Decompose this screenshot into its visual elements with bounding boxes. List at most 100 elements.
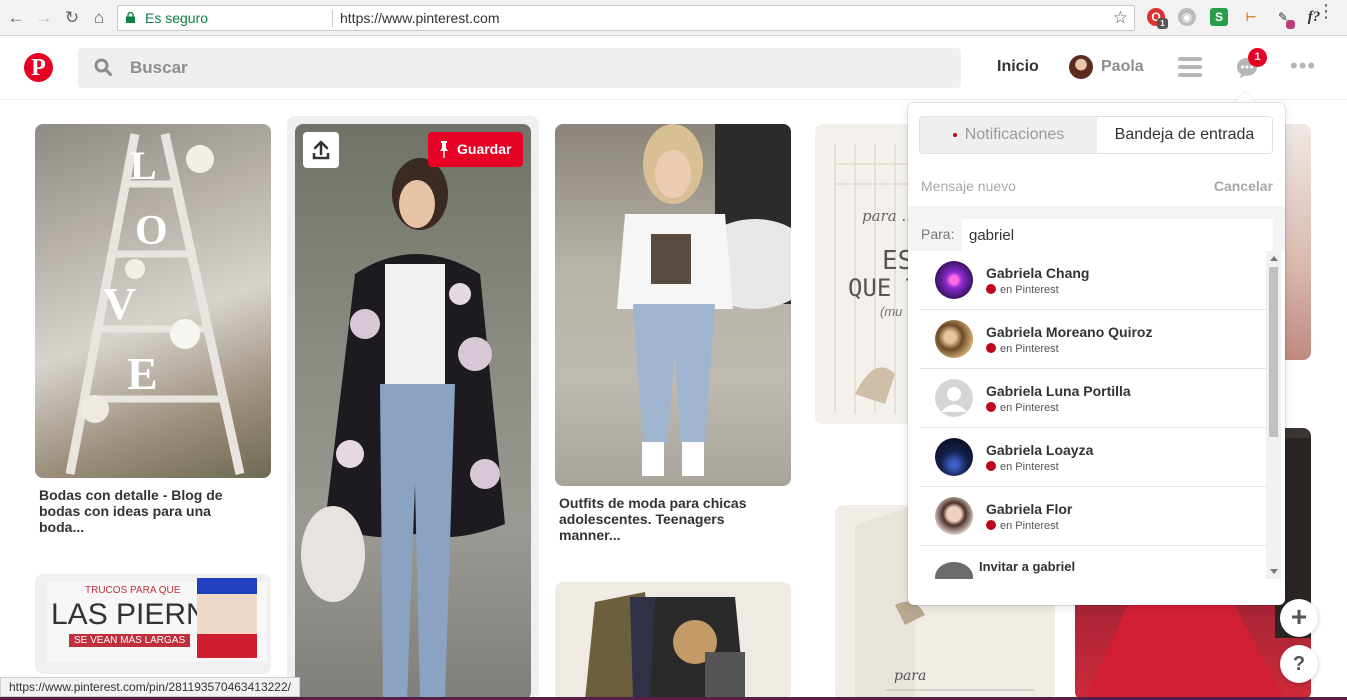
- cancel-button[interactable]: Cancelar: [1214, 178, 1273, 194]
- new-message-label: Mensaje nuevo: [921, 178, 1016, 194]
- reload-icon[interactable]: ↻: [62, 8, 82, 28]
- suggestion-item[interactable]: Gabriela Moreano Quiroz en Pinterest: [920, 310, 1266, 369]
- piernas-banner-sub: SE VEAN MÁS LARGAS: [69, 634, 191, 647]
- extension-badge: 1: [1157, 18, 1168, 29]
- suggestion-item[interactable]: Gabriela Luna Portilla en Pinterest: [920, 369, 1266, 428]
- search-bar[interactable]: [78, 48, 961, 88]
- browser-toolbar: ← → ↻ ⌂ Es seguro https://www.pinterest.…: [0, 0, 1347, 36]
- quote-text-mu: (mu: [880, 304, 903, 319]
- scroll-up-arrow-icon[interactable]: [1270, 256, 1278, 261]
- lock-icon: [126, 12, 135, 23]
- suggestion-source: en Pinterest: [986, 402, 1059, 414]
- suggestion-name: Gabriela Moreano Quiroz: [986, 324, 1153, 340]
- pinterest-header: P Inicio Paola 1 •••: [0, 36, 1347, 100]
- pinterest-logo-icon[interactable]: P: [24, 53, 53, 82]
- suggestion-source: en Pinterest: [986, 520, 1059, 532]
- jacket-illustration: [585, 592, 745, 700]
- search-icon: [94, 58, 112, 76]
- recipient-suggestions: Gabriela Chang en Pinterest Gabriela Mor…: [920, 251, 1266, 579]
- scroll-down-arrow-icon[interactable]: [1270, 569, 1278, 574]
- suggestion-item[interactable]: Gabriela Chang en Pinterest: [920, 251, 1266, 310]
- address-bar[interactable]: Es seguro https://www.pinterest.com ☆: [117, 5, 1135, 31]
- suggestion-source: en Pinterest: [986, 343, 1059, 355]
- back-arrow-icon[interactable]: ←: [6, 8, 26, 28]
- pinterest-mini-icon: [986, 402, 996, 412]
- invite-item[interactable]: Invitar a gabriel: [920, 546, 1266, 579]
- suggestion-name: Gabriela Loayza: [986, 442, 1094, 458]
- invite-icon: [935, 562, 973, 579]
- invite-label: Invitar a gabriel: [979, 559, 1076, 574]
- bookmark-star-icon[interactable]: ☆: [1113, 8, 1128, 28]
- tab-notifications-label: Notificaciones: [964, 126, 1065, 143]
- avatar: [935, 438, 973, 476]
- panel-tabs: Notificaciones Bandeja de entrada: [919, 116, 1273, 154]
- unread-dot: [952, 132, 957, 137]
- default-avatar-icon: [935, 379, 973, 417]
- add-pin-button[interactable]: +: [1280, 599, 1318, 637]
- svg-text:L: L: [130, 143, 157, 188]
- piernas-photo: [197, 578, 257, 658]
- kimono-illustration: [301, 158, 505, 700]
- pin-image-jacket[interactable]: [555, 582, 791, 700]
- to-label: Para:: [921, 226, 955, 242]
- suggestion-name: Gabriela Flor: [986, 501, 1073, 517]
- search-input[interactable]: [130, 48, 930, 88]
- avatar: [935, 497, 973, 535]
- card-text-para: para: [894, 668, 927, 684]
- svg-text:V: V: [103, 278, 136, 329]
- menu-icon[interactable]: [1178, 57, 1202, 79]
- tab-inbox[interactable]: Bandeja de entrada: [1097, 117, 1272, 153]
- svg-text:O: O: [135, 208, 168, 254]
- piernas-banner: TRUCOS PARA QUE LAS PIERNAS SE VEAN MÁS …: [47, 578, 267, 662]
- piernas-banner-top: TRUCOS PARA QUE: [85, 585, 181, 596]
- share-button[interactable]: [303, 132, 339, 168]
- upload-icon: [312, 140, 330, 160]
- avatar: [935, 320, 973, 358]
- forward-arrow-icon[interactable]: →: [34, 8, 54, 28]
- save-button[interactable]: Guardar: [428, 132, 523, 167]
- pin-image-ladder[interactable]: L O V E: [35, 124, 271, 478]
- avatar[interactable]: [1069, 55, 1093, 79]
- pin-image-outfit[interactable]: [555, 124, 791, 486]
- pinterest-mini-icon: [986, 284, 996, 294]
- pin-image-kimono[interactable]: [295, 124, 531, 700]
- suggestion-item[interactable]: Gabriela Flor en Pinterest: [920, 487, 1266, 546]
- pushpin-icon: [440, 141, 448, 158]
- link-status-bar: https://www.pinterest.com/pin/2811935704…: [0, 677, 300, 697]
- pinterest-mini-icon: [986, 461, 996, 471]
- browser-menu-icon[interactable]: ⋮: [1317, 2, 1335, 20]
- avatar: [935, 261, 973, 299]
- ladder-illustration: L O V E: [65, 133, 245, 475]
- tab-notifications[interactable]: Notificaciones: [920, 117, 1097, 153]
- extension-circle-icon[interactable]: ◉: [1178, 8, 1196, 26]
- profile-link[interactable]: Paola: [1101, 58, 1144, 76]
- tab-inbox-label: Bandeja de entrada: [1114, 126, 1255, 143]
- url-text[interactable]: https://www.pinterest.com: [340, 10, 500, 26]
- extension-s-icon[interactable]: S: [1210, 8, 1228, 26]
- suggestions-scrollbar[interactable]: [1266, 251, 1281, 579]
- pinterest-mini-icon: [986, 343, 996, 353]
- messages-panel: Notificaciones Bandeja de entrada Mensaj…: [908, 103, 1285, 605]
- omnibox-divider: [332, 10, 333, 27]
- help-button[interactable]: ?: [1280, 645, 1318, 683]
- recipient-input[interactable]: [962, 219, 1273, 252]
- scrollbar-thumb[interactable]: [1269, 267, 1278, 437]
- pinterest-mini-icon: [986, 520, 996, 530]
- extension-color-swatch: [1286, 20, 1295, 29]
- suggestion-item[interactable]: Gabriela Loayza en Pinterest: [920, 428, 1266, 487]
- secure-label: Es seguro: [145, 10, 209, 26]
- suggestion-source: en Pinterest: [986, 284, 1059, 296]
- pin-image-piernas[interactable]: TRUCOS PARA QUE LAS PIERNAS SE VEAN MÁS …: [35, 574, 271, 674]
- more-options-icon[interactable]: •••: [1290, 55, 1316, 77]
- recipient-row: Para:: [908, 206, 1285, 252]
- save-label: Guardar: [457, 141, 512, 157]
- home-icon[interactable]: ⌂: [89, 8, 109, 28]
- extension-tag-icon[interactable]: ⊢: [1242, 8, 1260, 26]
- pin-title-outfits[interactable]: Outfits de moda para chicas adolescentes…: [559, 495, 759, 543]
- outfit-illustration: [617, 124, 791, 476]
- suggestion-name: Gabriela Chang: [986, 265, 1090, 281]
- suggestion-name: Gabriela Luna Portilla: [986, 383, 1131, 399]
- pin-title-bodas[interactable]: Bodas con detalle - Blog de bodas con id…: [39, 487, 229, 535]
- svg-text:E: E: [127, 348, 158, 399]
- home-link[interactable]: Inicio: [997, 58, 1039, 76]
